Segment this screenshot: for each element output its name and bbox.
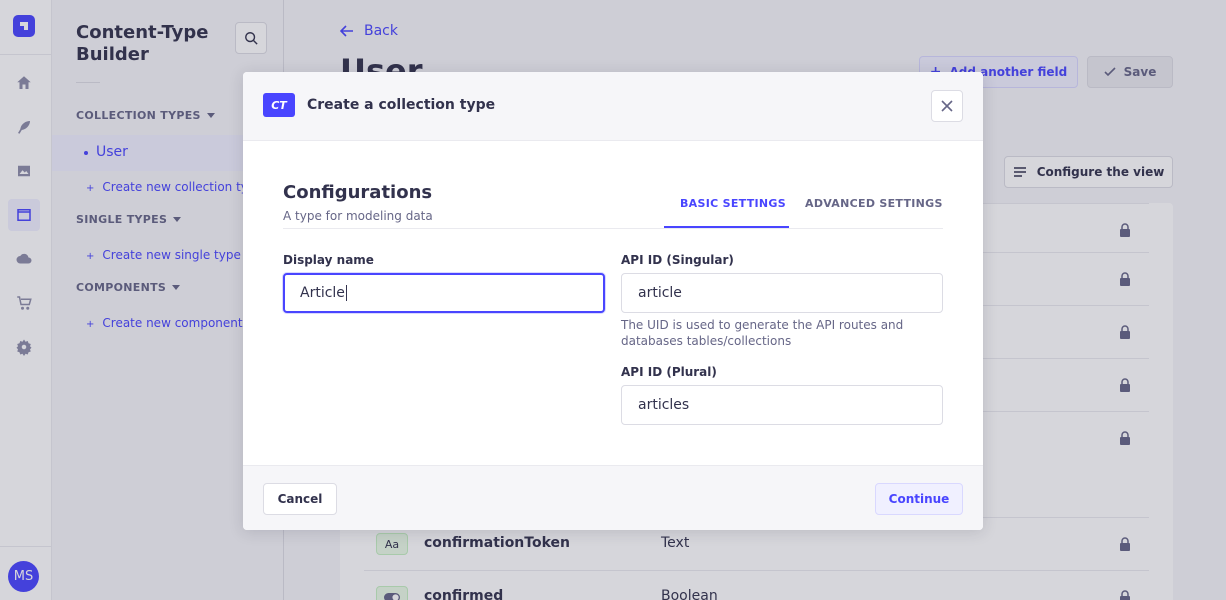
close-button[interactable] bbox=[931, 90, 963, 122]
api-id-plural-input[interactable]: articles bbox=[621, 385, 943, 425]
tabs-divider bbox=[283, 228, 943, 229]
close-icon bbox=[941, 100, 953, 112]
api-id-singular-label: API ID (Singular) bbox=[621, 253, 734, 267]
collection-type-badge: CT bbox=[263, 93, 295, 117]
cancel-button[interactable]: Cancel bbox=[263, 483, 337, 515]
display-name-input[interactable]: Article bbox=[283, 273, 605, 313]
tab-basic-settings[interactable]: BASIC SETTINGS bbox=[680, 197, 786, 210]
create-collection-type-modal: CT Create a collection type Configuratio… bbox=[243, 72, 983, 530]
modal-title: Create a collection type bbox=[307, 97, 496, 113]
api-id-plural-label: API ID (Plural) bbox=[621, 365, 717, 379]
api-id-hint: The UID is used to generate the API rout… bbox=[621, 318, 904, 348]
tab-advanced-settings[interactable]: ADVANCED SETTINGS bbox=[805, 197, 943, 210]
configurations-title: Configurations bbox=[283, 182, 433, 203]
active-tab-indicator bbox=[664, 226, 789, 228]
modal-footer: Cancel Continue bbox=[243, 465, 983, 530]
text-cursor bbox=[345, 285, 347, 301]
modal-header: CT Create a collection type bbox=[243, 72, 983, 141]
api-id-singular-input[interactable]: article bbox=[621, 273, 943, 313]
continue-button[interactable]: Continue bbox=[875, 483, 963, 515]
configurations-subtitle: A type for modeling data bbox=[283, 209, 433, 223]
display-name-label: Display name bbox=[283, 253, 374, 267]
